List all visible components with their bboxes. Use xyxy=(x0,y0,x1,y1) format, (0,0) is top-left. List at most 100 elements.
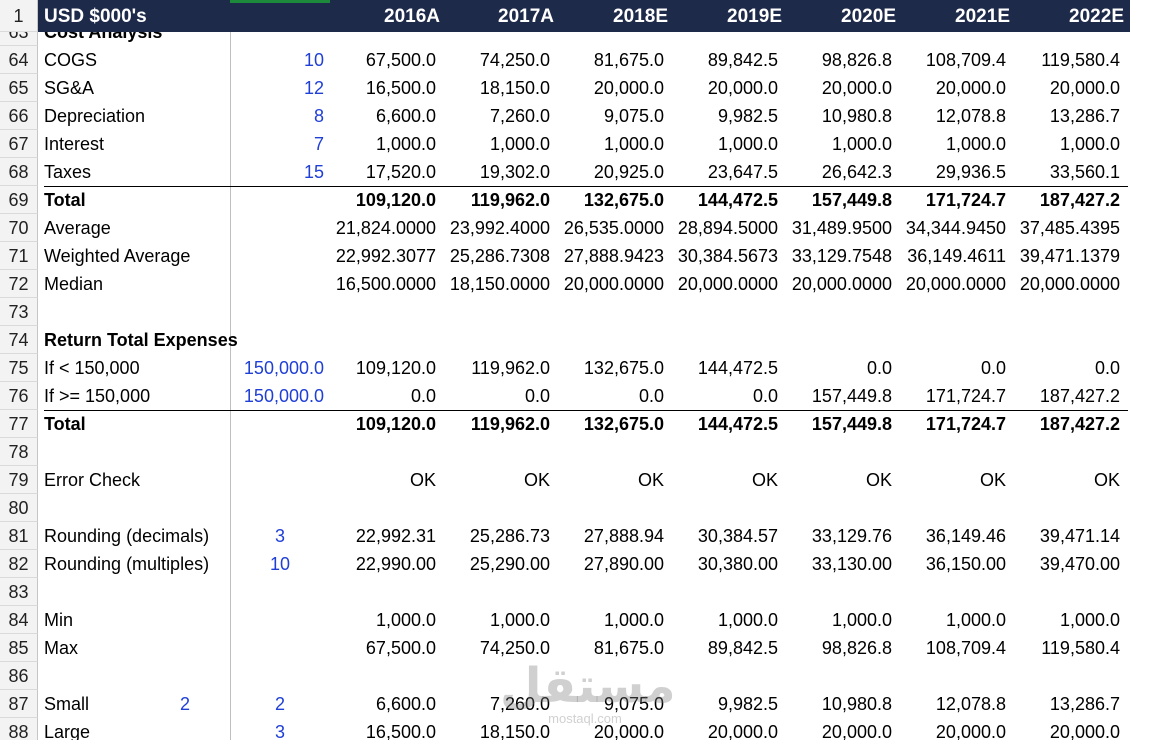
value-cell[interactable]: 39,471.1379 xyxy=(1016,242,1130,270)
value-cell[interactable]: 89,842.5 xyxy=(674,634,788,662)
row-label[interactable]: Total xyxy=(44,186,228,214)
value-cell[interactable]: 20,000.0000 xyxy=(902,270,1016,298)
value-cell[interactable]: 20,000.0 xyxy=(902,74,1016,102)
value-cell[interactable]: 18,150.0000 xyxy=(446,270,560,298)
row-number[interactable]: 67 xyxy=(0,130,38,158)
row-number[interactable]: 64 xyxy=(0,46,38,74)
row-number[interactable]: 73 xyxy=(0,298,38,326)
spreadsheet-grid[interactable]: 63 Cost Analysis 64 COGS 10 67,500.0 74,250.0 8… xyxy=(0,0,1154,740)
row-number[interactable]: 82 xyxy=(0,550,38,578)
input-cell[interactable]: 2 xyxy=(232,690,328,718)
value-cell[interactable]: 39,471.14 xyxy=(1016,522,1130,550)
value-cell[interactable]: 157,449.8 xyxy=(788,186,902,214)
value-cell[interactable]: 25,286.73 xyxy=(446,522,560,550)
row-number[interactable]: 87 xyxy=(0,690,38,718)
value-cell[interactable]: 1,000.0 xyxy=(674,606,788,634)
value-cell[interactable]: 20,000.0 xyxy=(788,74,902,102)
row-number[interactable]: 76 xyxy=(0,382,38,410)
row-label[interactable]: Interest xyxy=(44,130,228,158)
row-number[interactable]: 78 xyxy=(0,438,38,466)
input-cell[interactable]: 8 xyxy=(232,102,332,130)
header-year[interactable]: 2018E xyxy=(560,0,674,32)
row-label[interactable]: Median xyxy=(44,270,228,298)
row-number[interactable]: 71 xyxy=(0,242,38,270)
row-label[interactable] xyxy=(44,438,228,466)
value-cell[interactable]: 6,600.0 xyxy=(332,102,446,130)
row-label[interactable] xyxy=(44,662,228,690)
input-cell[interactable]: 15 xyxy=(232,158,332,186)
value-cell[interactable]: 187,427.2 xyxy=(1016,410,1130,438)
row-label[interactable] xyxy=(44,494,228,522)
value-cell[interactable]: 132,675.0 xyxy=(560,354,674,382)
value-cell[interactable]: 67,500.0 xyxy=(332,634,446,662)
value-cell[interactable]: 108,709.4 xyxy=(902,634,1016,662)
value-cell[interactable]: OK xyxy=(788,466,902,494)
value-cell[interactable]: 39,470.00 xyxy=(1016,550,1130,578)
header-year[interactable]: 2019E xyxy=(674,0,788,32)
value-cell[interactable]: 157,449.8 xyxy=(788,382,902,410)
row-label[interactable]: Total xyxy=(44,410,228,438)
value-cell[interactable]: 36,149.46 xyxy=(902,522,1016,550)
row-label[interactable]: SG&A xyxy=(44,74,228,102)
row-number[interactable]: 85 xyxy=(0,634,38,662)
row-number[interactable]: 88 xyxy=(0,718,38,740)
value-cell[interactable]: 28,894.5000 xyxy=(674,214,788,242)
row-label[interactable] xyxy=(44,578,228,606)
value-cell[interactable]: 16,500.0 xyxy=(332,74,446,102)
value-cell[interactable]: 67,500.0 xyxy=(332,46,446,74)
value-cell[interactable]: 1,000.0 xyxy=(1016,130,1130,158)
value-cell[interactable]: 144,472.5 xyxy=(674,186,788,214)
value-cell[interactable]: 18,150.0 xyxy=(446,74,560,102)
value-cell[interactable]: 20,000.0 xyxy=(902,718,1016,740)
value-cell[interactable]: 1,000.0 xyxy=(902,130,1016,158)
value-cell[interactable]: OK xyxy=(902,466,1016,494)
value-cell[interactable]: 0.0 xyxy=(332,382,446,410)
value-cell[interactable]: 21,824.0000 xyxy=(332,214,446,242)
value-cell[interactable]: 18,150.0 xyxy=(446,718,560,740)
value-cell[interactable]: OK xyxy=(332,466,446,494)
value-cell[interactable]: 119,580.4 xyxy=(1016,634,1130,662)
value-cell[interactable]: 20,000.0 xyxy=(560,74,674,102)
side-input-cell[interactable]: 2 xyxy=(150,690,220,718)
value-cell[interactable]: 171,724.7 xyxy=(902,410,1016,438)
value-cell[interactable]: 132,675.0 xyxy=(560,186,674,214)
value-cell[interactable]: 119,580.4 xyxy=(1016,46,1130,74)
value-cell[interactable]: 132,675.0 xyxy=(560,410,674,438)
value-cell[interactable]: 119,962.0 xyxy=(446,354,560,382)
value-cell[interactable]: 109,120.0 xyxy=(332,186,446,214)
value-cell[interactable]: 20,925.0 xyxy=(560,158,674,186)
header-title[interactable]: USD $000's xyxy=(44,0,224,32)
value-cell[interactable]: 1,000.0 xyxy=(560,130,674,158)
value-cell[interactable]: 12,078.8 xyxy=(902,690,1016,718)
value-cell[interactable]: 19,302.0 xyxy=(446,158,560,186)
row-number[interactable]: 86 xyxy=(0,662,38,690)
value-cell[interactable]: 37,485.4395 xyxy=(1016,214,1130,242)
value-cell[interactable]: 22,992.31 xyxy=(332,522,446,550)
header-year[interactable]: 2020E xyxy=(788,0,902,32)
row-label[interactable]: Weighted Average xyxy=(44,242,228,270)
row-label[interactable]: Average xyxy=(44,214,228,242)
value-cell[interactable]: 12,078.8 xyxy=(902,102,1016,130)
value-cell[interactable]: 171,724.7 xyxy=(902,186,1016,214)
value-cell[interactable]: 36,150.00 xyxy=(902,550,1016,578)
value-cell[interactable]: OK xyxy=(560,466,674,494)
value-cell[interactable]: 30,384.57 xyxy=(674,522,788,550)
value-cell[interactable]: 16,500.0000 xyxy=(332,270,446,298)
value-cell[interactable]: 0.0 xyxy=(902,354,1016,382)
value-cell[interactable]: 13,286.7 xyxy=(1016,690,1130,718)
row-number[interactable]: 80 xyxy=(0,494,38,522)
value-cell[interactable]: 157,449.8 xyxy=(788,410,902,438)
value-cell[interactable]: 27,888.94 xyxy=(560,522,674,550)
value-cell[interactable]: 29,936.5 xyxy=(902,158,1016,186)
value-cell[interactable]: 36,149.4611 xyxy=(902,242,1016,270)
header-year[interactable]: 2016A xyxy=(332,0,446,32)
row-number[interactable]: 72 xyxy=(0,270,38,298)
value-cell[interactable]: 30,380.00 xyxy=(674,550,788,578)
row-label[interactable]: Return Total Expenses xyxy=(44,326,238,354)
value-cell[interactable]: 0.0 xyxy=(446,382,560,410)
value-cell[interactable]: 25,290.00 xyxy=(446,550,560,578)
row-number[interactable]: 69 xyxy=(0,186,38,214)
row-number[interactable]: 65 xyxy=(0,74,38,102)
row-number[interactable]: 77 xyxy=(0,410,38,438)
row-number[interactable]: 70 xyxy=(0,214,38,242)
